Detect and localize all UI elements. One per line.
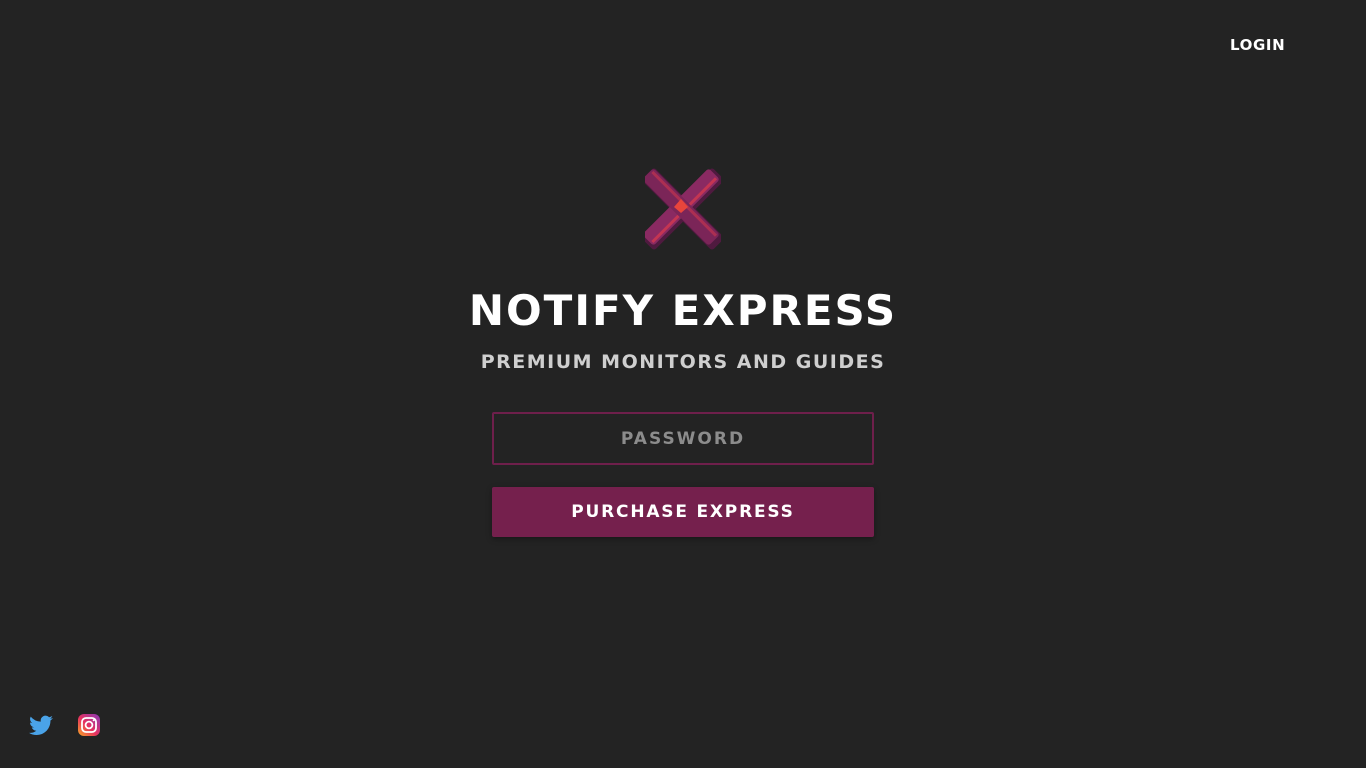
purchase-express-button[interactable]: PURCHASE EXPRESS [492, 487, 874, 537]
x-logo-icon [645, 168, 721, 250]
landing-page: LOGIN NOTIFY EXPRESS PREMIUM MONITORS AN… [0, 0, 1366, 768]
instagram-icon[interactable] [77, 713, 103, 739]
page-title: NOTIFY EXPRESS [468, 286, 898, 335]
login-link[interactable]: LOGIN [1230, 36, 1285, 54]
page-subtitle: PREMIUM MONITORS AND GUIDES [480, 351, 886, 373]
twitter-icon[interactable] [28, 713, 54, 739]
password-input[interactable] [492, 412, 874, 465]
